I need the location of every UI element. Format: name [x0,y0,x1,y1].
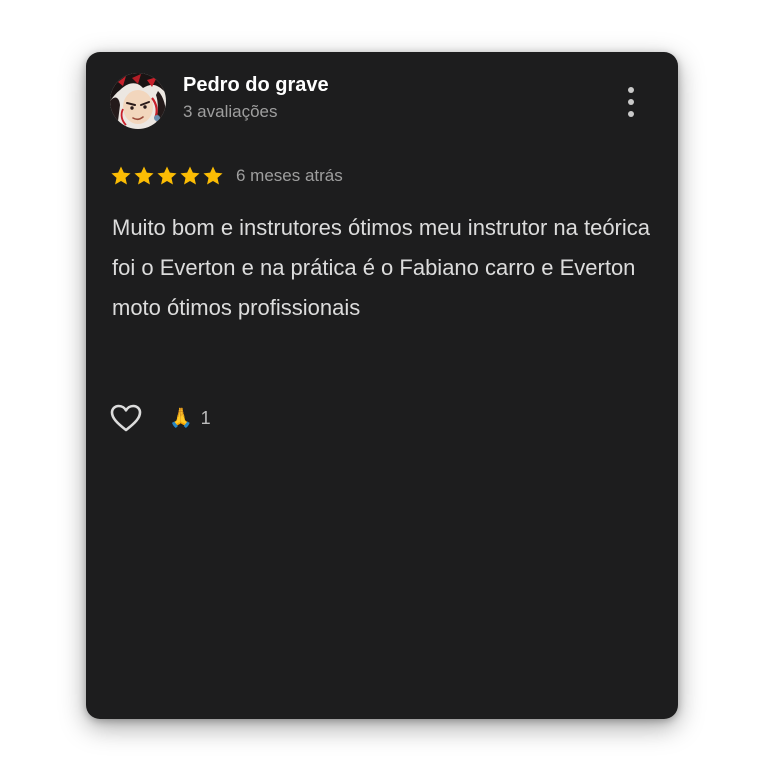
menu-dot [628,111,634,117]
menu-dot [628,99,634,105]
rating-row: 6 meses atrás [110,163,343,189]
author-avatar[interactable] [110,73,166,129]
author-review-count: 3 avaliações [183,102,278,121]
reaction-count: 1 [200,407,211,428]
review-card: Pedro do grave 3 avaliações 6 meses atrá… [86,52,678,719]
praying-hands-icon: 🙏 [169,406,193,429]
star-icon [157,166,177,185]
star-icon [111,166,131,185]
like-button[interactable] [110,400,146,436]
avatar-image [110,73,166,129]
review-date: 6 meses atrás [236,166,343,185]
author-name[interactable]: Pedro do grave [183,74,329,97]
heart-outline-icon [110,404,142,432]
star-icon [203,166,223,185]
reaction-chip[interactable]: 🙏 1 [169,408,211,429]
star-icon [134,166,154,185]
review-text: Muito bom e instrutores ótimos meu instr… [112,215,651,320]
star-icon [180,166,200,185]
star-rating [110,165,225,187]
menu-dot [628,87,634,93]
more-vertical-icon[interactable] [614,82,650,122]
review-actions: 🙏 1 [110,400,211,436]
